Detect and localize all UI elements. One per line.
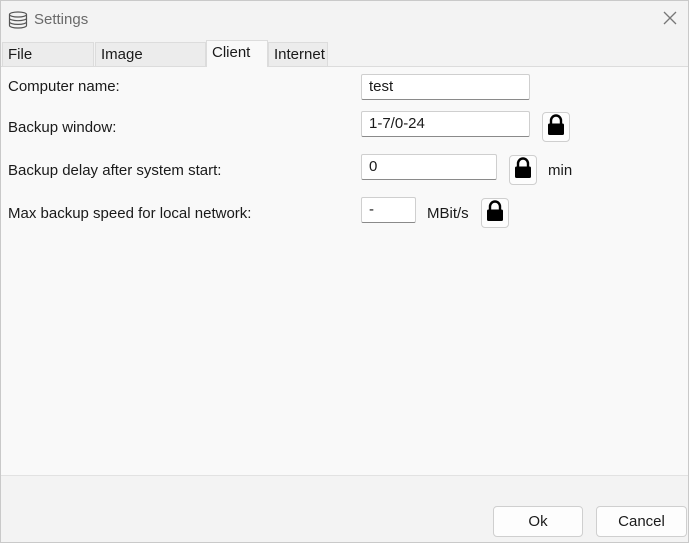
lock-icon	[546, 114, 566, 140]
backup-delay-lock-button[interactable]	[509, 155, 537, 185]
database-icon	[8, 11, 28, 29]
title-bar: Settings	[1, 1, 688, 39]
tab-client[interactable]: Client	[206, 40, 268, 67]
lock-icon	[513, 157, 533, 183]
cancel-button[interactable]: Cancel	[596, 506, 687, 537]
max-speed-lock-button[interactable]	[481, 198, 509, 228]
settings-window: Settings File backups Image backups Clie…	[0, 0, 689, 543]
tab-bar: File backups Image backups Client Intern…	[1, 40, 688, 87]
tab-internet[interactable]: Internet	[268, 42, 328, 66]
backup-window-input[interactable]: 1-7/0-24	[361, 111, 530, 137]
backup-window-label: Backup window:	[8, 119, 117, 136]
backup-delay-unit: min	[548, 162, 573, 179]
max-speed-label: Max backup speed for local network:	[8, 205, 252, 222]
tab-image-backups[interactable]: Image backups	[95, 42, 206, 87]
backup-delay-input[interactable]: 0	[361, 154, 497, 180]
max-speed-unit: MBit/s	[427, 205, 469, 222]
backup-window-lock-button[interactable]	[542, 112, 570, 142]
client-settings-panel: Computer name: test Backup window: 1-7/0…	[1, 67, 688, 476]
ok-button[interactable]: Ok	[493, 506, 583, 537]
tab-file-backups[interactable]: File backups	[2, 42, 94, 87]
backup-delay-label: Backup delay after system start:	[8, 162, 222, 179]
close-icon	[663, 11, 677, 29]
window-title: Settings	[34, 11, 89, 28]
close-button[interactable]	[652, 1, 688, 39]
max-speed-input[interactable]: -	[361, 197, 416, 223]
lock-icon	[485, 200, 505, 226]
computer-name-label: Computer name:	[8, 78, 120, 95]
computer-name-input[interactable]: test	[361, 74, 530, 100]
